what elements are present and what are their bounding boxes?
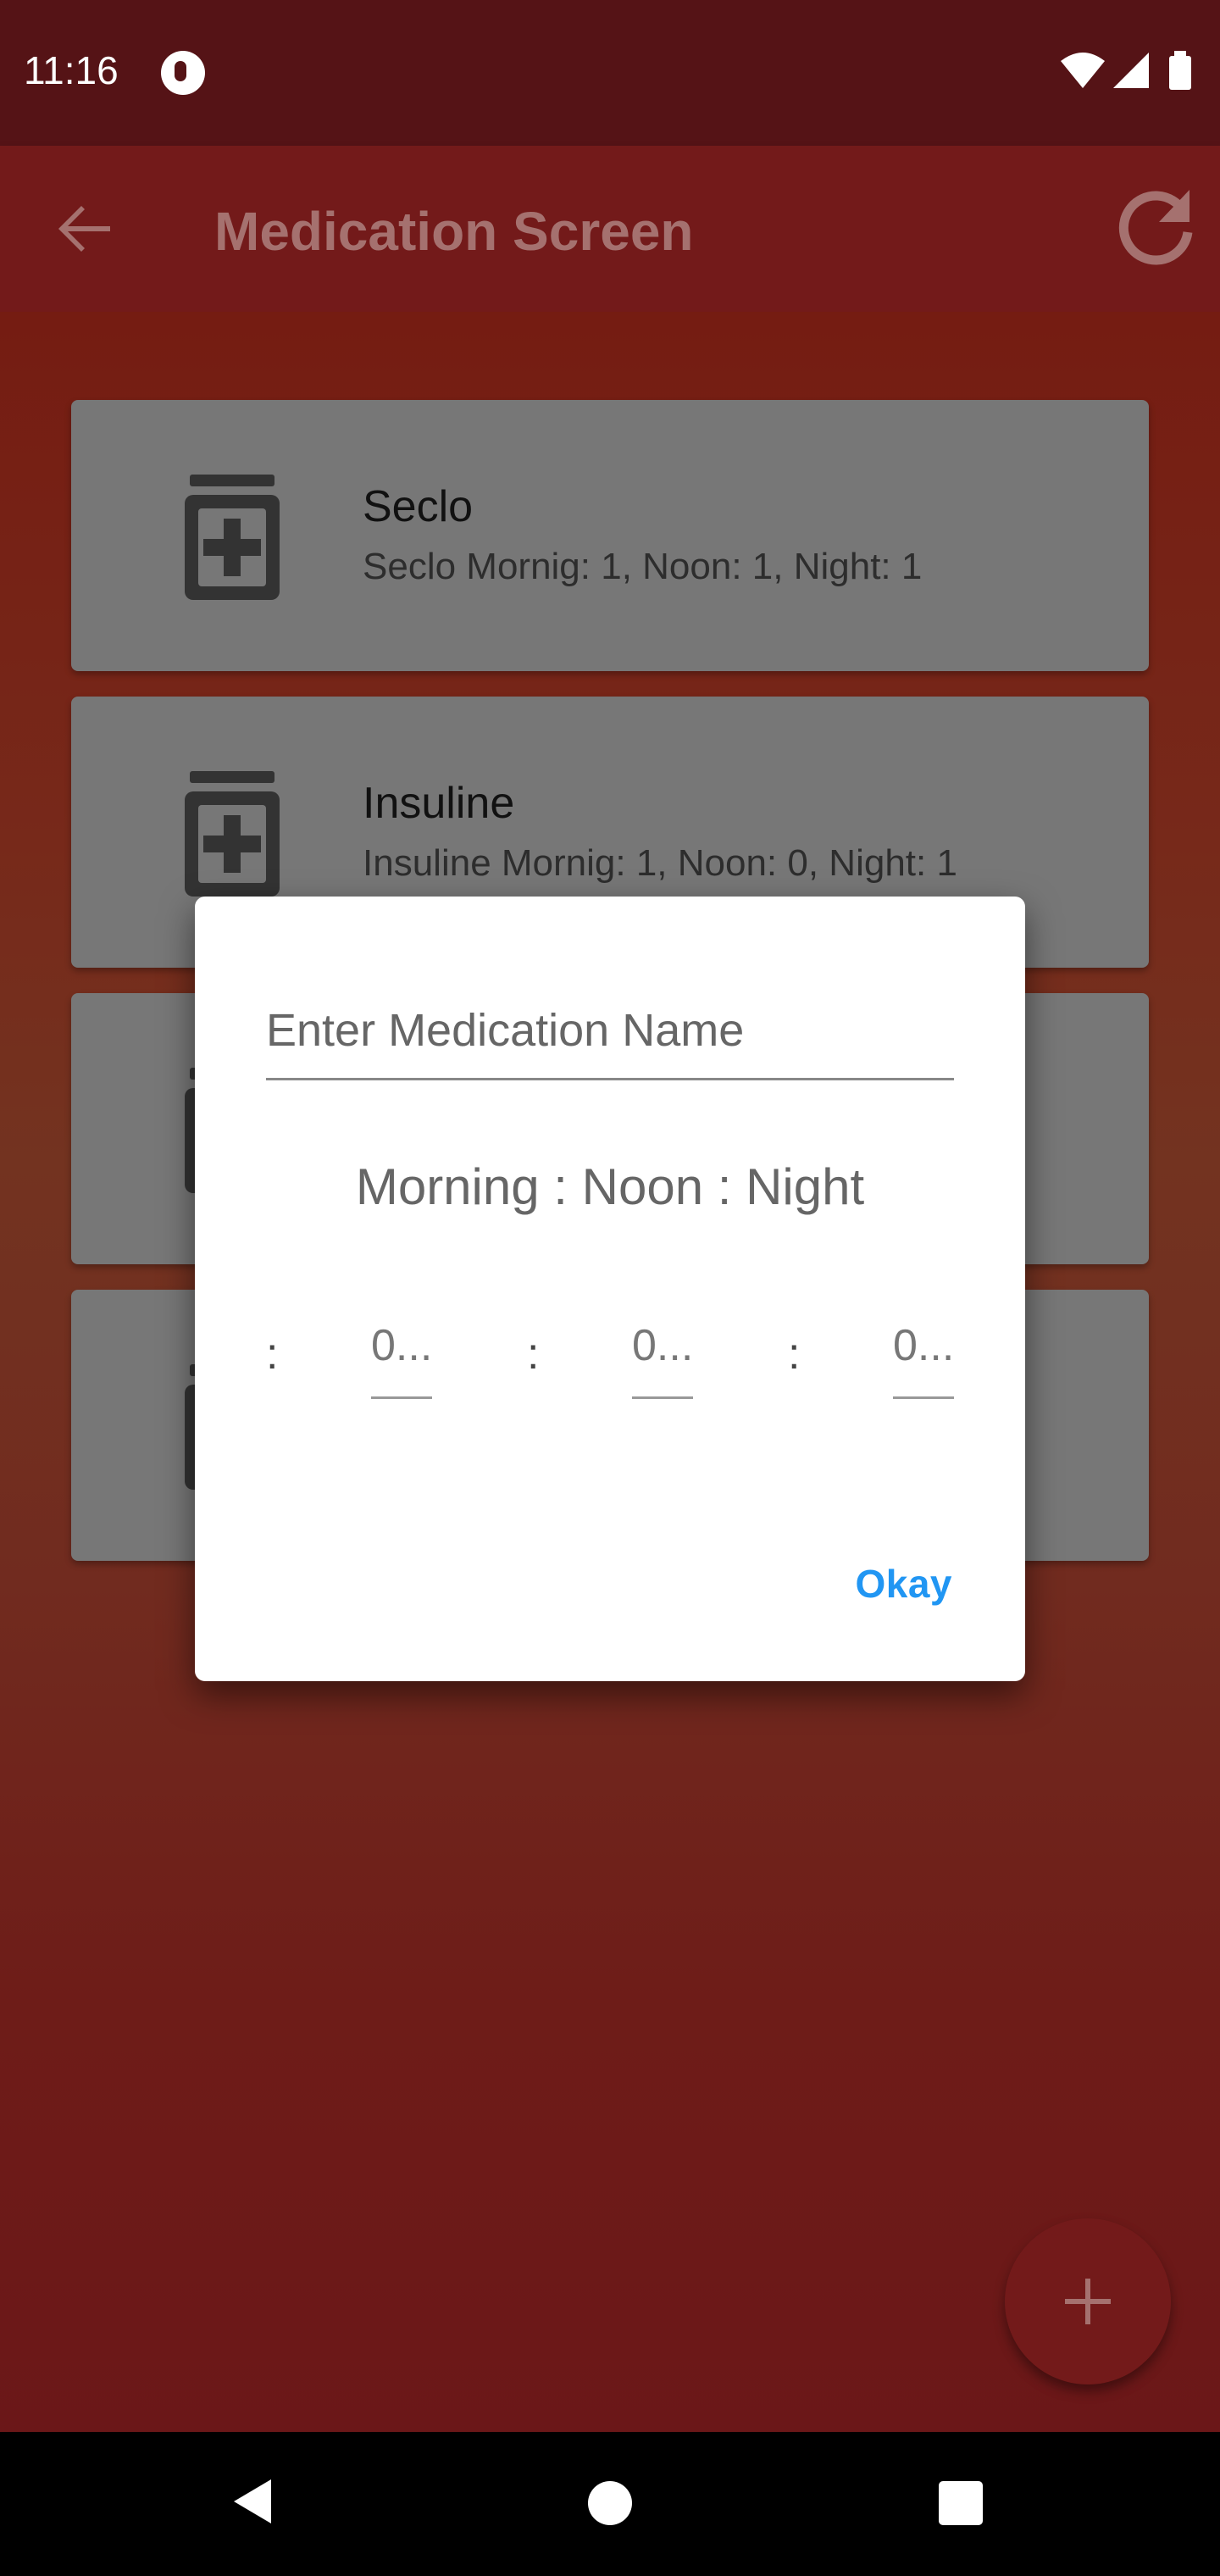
app-notification-icon: [161, 51, 205, 95]
separator: :: [266, 1330, 279, 1379]
battery-icon: [1169, 56, 1191, 90]
nav-recents-icon[interactable]: [939, 2481, 983, 2525]
dose-row: : 0... : 0... : 0...: [266, 1320, 954, 1413]
medication-schedule: Insuline Mornig: 1, Noon: 0, Night: 1: [363, 842, 957, 884]
signal-icon: [1113, 53, 1149, 88]
add-medication-dialog: Morning : Noon : Night : 0... : 0... : 0…: [195, 897, 1025, 1681]
add-medication-button[interactable]: [1005, 2218, 1171, 2384]
separator: :: [527, 1330, 540, 1379]
medication-name: Insuline: [363, 779, 515, 828]
nav-home-icon[interactable]: [588, 2481, 632, 2525]
morning-dose-input[interactable]: 0...: [371, 1320, 432, 1399]
status-icons: [1061, 51, 1191, 90]
page-title: Medication Screen: [214, 201, 694, 262]
night-dose-input[interactable]: 0...: [893, 1320, 954, 1399]
schedule-caption: Morning : Noon : Night: [355, 1158, 865, 1215]
status-bar: 11:16: [0, 0, 1220, 146]
medication-name-input[interactable]: [266, 997, 954, 1080]
medication-name: Seclo: [363, 482, 474, 531]
medication-schedule: Seclo Mornig: 1, Noon: 1, Night: 1: [363, 546, 923, 587]
app-bar: Medication Screen: [0, 146, 1220, 312]
wifi-icon: [1061, 53, 1105, 88]
arrow-back-icon[interactable]: [51, 195, 119, 263]
refresh-icon[interactable]: [1112, 185, 1200, 273]
plus-icon: [1065, 2279, 1111, 2324]
medicine-bottle-icon: [185, 771, 280, 897]
medicine-bottle-icon: [185, 475, 280, 600]
separator: :: [788, 1330, 801, 1379]
okay-button[interactable]: Okay: [855, 1561, 952, 1607]
nav-back-icon[interactable]: [230, 2476, 274, 2527]
system-nav-bar: [0, 2432, 1220, 2576]
noon-dose-input[interactable]: 0...: [632, 1320, 693, 1399]
medication-card-seclo[interactable]: Seclo Seclo Mornig: 1, Noon: 1, Night: 1: [71, 400, 1149, 671]
status-time: 11:16: [24, 48, 119, 92]
